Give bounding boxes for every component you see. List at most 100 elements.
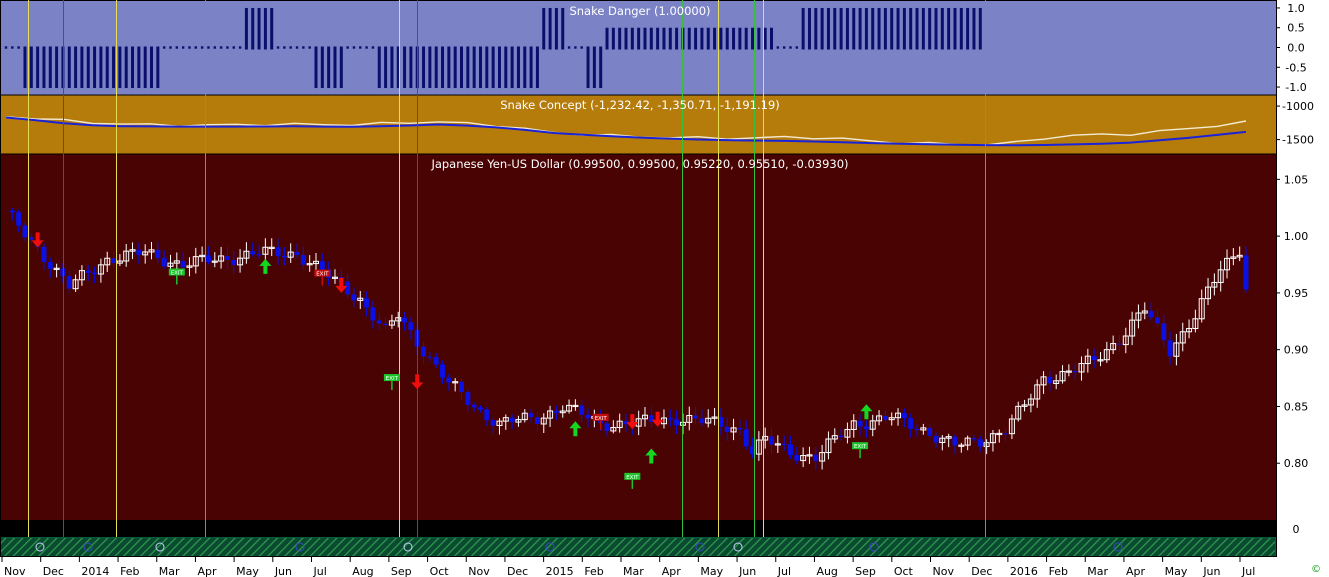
y-tick-label: 0.95	[1284, 287, 1309, 300]
snake-danger-bar	[599, 46, 603, 89]
snake-danger-bar	[826, 7, 830, 50]
price-title: Japanese Yen-US Dollar (0.99500, 0.99500…	[430, 157, 848, 171]
snake-danger-bar	[542, 7, 546, 50]
snake-danger-bar	[434, 46, 438, 89]
candle-body-down	[402, 317, 408, 323]
snake-danger-bar	[833, 7, 837, 50]
candle-body-down	[155, 249, 161, 259]
snake-danger-bar	[877, 7, 881, 50]
candle-body-down	[813, 454, 819, 462]
snake-danger-bar	[143, 46, 147, 89]
snake-danger-dot	[200, 46, 204, 49]
snake-danger-bar	[561, 7, 565, 50]
snake-danger-dot	[238, 46, 242, 49]
x-tick-label: 2015	[546, 565, 574, 577]
snake-danger-bar	[719, 27, 723, 50]
snake-danger-bar	[86, 46, 90, 89]
candle-body-down	[364, 298, 370, 308]
candle-body-down	[914, 428, 920, 430]
snake-danger-dot	[567, 46, 571, 49]
snake-danger-bar	[80, 46, 84, 89]
candle-body-down	[224, 255, 230, 261]
snake-danger-dot	[283, 46, 286, 49]
snake-danger-dot	[276, 46, 280, 49]
copyright-icon: ©	[1311, 564, 1321, 575]
candle-body-down	[471, 404, 477, 408]
y-tick-label: -1000	[1282, 100, 1314, 113]
snake-danger-bar	[713, 27, 717, 50]
snake-danger-bar	[751, 27, 755, 50]
snake-danger-bar	[118, 46, 122, 89]
candle-body-down	[1091, 356, 1097, 361]
y-tick-label: -1500	[1282, 134, 1314, 147]
chart-canvas: EXITEXITEXITEXITEXITEXIT 1.00.50.0-0.5-1…	[0, 0, 1329, 577]
candle-body-down	[319, 261, 325, 270]
snake-danger-dot	[188, 46, 191, 49]
x-tick-label: Apr	[662, 565, 682, 577]
candle-body-down	[28, 237, 34, 240]
snake-danger-bar	[124, 46, 128, 89]
snake-danger-dot	[219, 46, 223, 49]
snake-danger-bar	[409, 46, 413, 89]
candle-body-down	[787, 444, 793, 456]
snake-danger-dot	[302, 46, 305, 49]
snake-danger-bar	[48, 46, 52, 89]
snake-danger-bar	[554, 7, 558, 50]
x-tick-label: Jul	[1241, 565, 1255, 577]
snake-danger-bar	[706, 27, 710, 50]
snake-danger-bar	[700, 27, 704, 50]
snake-danger-bar	[890, 7, 894, 50]
snake-danger-bar	[934, 7, 938, 50]
snake-danger-bar	[74, 46, 78, 89]
y-tick-label: 0.90	[1284, 344, 1309, 357]
snake-danger-bar	[763, 27, 767, 50]
snake-danger-bar	[947, 7, 951, 50]
snake-danger-bar	[131, 46, 135, 89]
x-tick-label: Sep	[391, 565, 412, 577]
snake-danger-bar	[478, 46, 482, 89]
candle-body-down	[370, 307, 376, 321]
candle-body-down	[22, 225, 28, 238]
candle-body-down	[256, 254, 262, 256]
snake-danger-bar	[656, 27, 660, 50]
candle-body-down	[180, 260, 186, 268]
signal-strip-pattern	[1, 538, 1275, 556]
x-tick-label: Nov	[468, 565, 490, 577]
snake-danger-bar	[662, 27, 666, 50]
candle-body-down	[16, 212, 22, 226]
snake-danger-bar	[112, 46, 116, 89]
snake-danger-dot	[232, 46, 235, 49]
snake-danger-bar	[150, 46, 154, 89]
snake-danger-bar	[42, 46, 46, 89]
candle-body-down	[534, 417, 540, 424]
snake-danger-bar	[510, 46, 514, 89]
snake-danger-dot	[359, 46, 362, 49]
candle-body-down	[1047, 376, 1053, 384]
x-tick-label: Feb	[120, 565, 139, 577]
snake-danger-bar	[637, 27, 641, 50]
y-tick-label: 0.5	[1287, 22, 1305, 35]
candle-body-down	[977, 439, 983, 447]
snake-danger-bar	[694, 27, 698, 50]
candle-body-down	[794, 455, 800, 461]
x-tick-label: Oct	[430, 565, 450, 577]
snake-danger-bar	[902, 7, 906, 50]
snake-danger-bar	[447, 46, 451, 89]
snake-danger-dot	[580, 46, 583, 49]
snake-danger-bar	[548, 7, 552, 50]
snake-danger-bar	[453, 46, 457, 89]
signal-strip-hatch	[1, 538, 1275, 556]
candle-body-down	[693, 415, 699, 419]
price-panel	[0, 154, 1276, 520]
x-tick-label: May	[236, 565, 259, 577]
candle-body-down	[1116, 343, 1122, 345]
snake-danger-bar	[390, 46, 394, 89]
bottom-axis-zero-label: 0	[1293, 523, 1300, 536]
snake-danger-bar	[972, 7, 976, 50]
snake-danger-dot	[4, 46, 8, 49]
snake-danger-bar	[460, 46, 464, 89]
chart-window: EXIT EXIT EXIT EXIT EXIT EXIT 1.0 0.5 0.0 -0.5 -1…	[0, 0, 1329, 577]
candle-body-down	[281, 255, 287, 258]
snake-danger-bar	[466, 46, 470, 89]
candle-body-down	[579, 405, 585, 415]
